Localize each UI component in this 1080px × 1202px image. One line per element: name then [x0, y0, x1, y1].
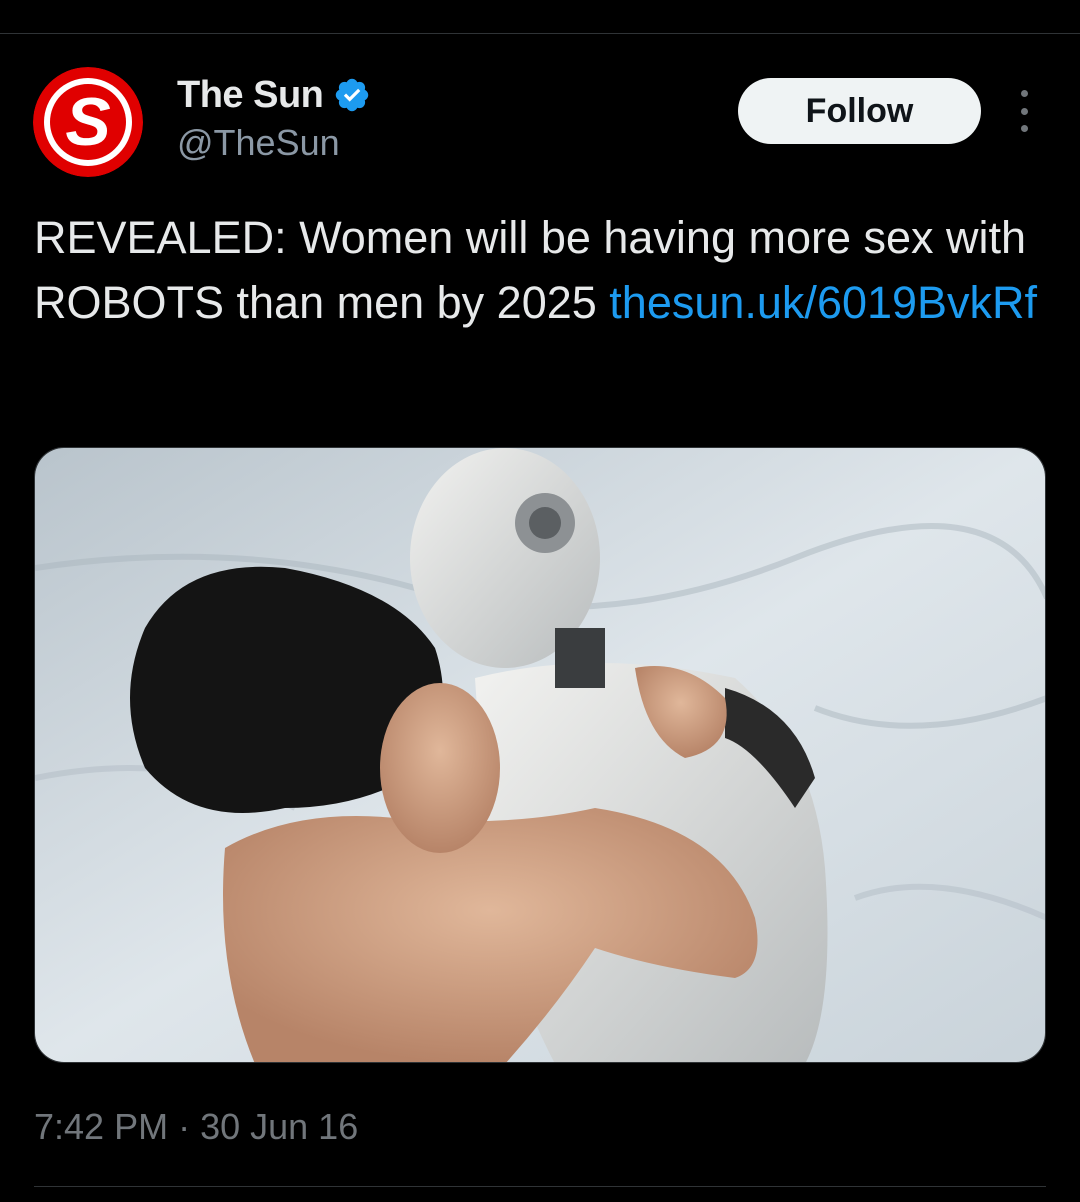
more-dot: [1020, 90, 1028, 97]
tweet-time[interactable]: 7:42 PM: [34, 1106, 168, 1148]
more-dot: [1020, 125, 1028, 132]
tweet-timestamp: 7:42 PM · 30 Jun 16: [34, 1106, 358, 1148]
tweet-photo[interactable]: [34, 447, 1046, 1063]
top-divider: [0, 33, 1080, 34]
tweet-text: REVEALED: Women will be having more sex …: [34, 205, 1044, 335]
author-avatar[interactable]: S: [33, 67, 143, 177]
photo-image: [35, 448, 1045, 1062]
the-sun-logo-icon: S: [33, 67, 143, 177]
name-row: The Sun: [177, 70, 371, 120]
verified-badge-icon: [333, 76, 371, 114]
follow-button[interactable]: Follow: [738, 78, 981, 144]
more-dot: [1020, 107, 1028, 115]
tweet-link[interactable]: thesun.uk/6019BvkRf: [609, 277, 1037, 328]
bottom-divider: [34, 1186, 1046, 1187]
author-handle[interactable]: @TheSun: [177, 120, 371, 166]
display-name[interactable]: The Sun: [177, 74, 324, 117]
more-options-icon[interactable]: [1005, 88, 1043, 134]
timestamp-separator: ·: [178, 1106, 191, 1147]
avatar-letter: S: [65, 84, 110, 160]
tweet-date[interactable]: 30 Jun 16: [200, 1106, 358, 1148]
author-info: The Sun @TheSun: [177, 70, 371, 166]
